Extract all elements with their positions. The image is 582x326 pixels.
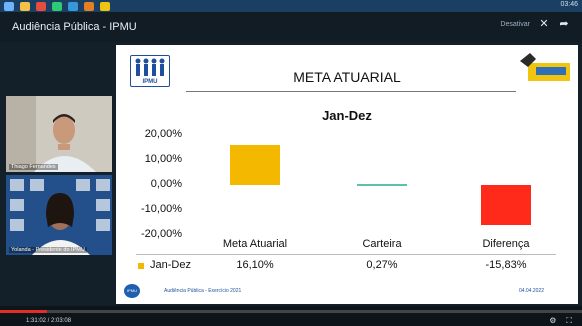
bar-1 [230, 144, 280, 185]
participant-video [6, 175, 112, 255]
settings-icon[interactable]: ⚙ [549, 316, 556, 326]
browser-icon[interactable] [20, 1, 30, 11]
presentation-slide: IPMU META ATUARIAL Jan-Dez 20,00% 10,00% 0… [116, 45, 578, 304]
y-tick-label: -10,00% [141, 203, 182, 215]
player-icons: ⚙ ⛶ [549, 316, 572, 326]
progress-fill [0, 310, 47, 313]
chart-title: Jan-Dez [322, 108, 372, 123]
value-label: 0,27% [366, 259, 398, 271]
stamp-graphic-icon [520, 53, 570, 81]
share-arrow-icon[interactable]: ➦ [558, 18, 570, 30]
meeting-controls: Desativar ✕ ➦ [500, 18, 570, 30]
app-icon[interactable] [68, 1, 78, 11]
legend-swatch [138, 263, 144, 269]
participant-video-tile[interactable]: Thiago Fernandes [6, 96, 112, 172]
category-label: Carteira [362, 238, 402, 250]
taskbar: 03:46 [0, 0, 582, 12]
footer-date: 04.04.2022 [518, 288, 544, 294]
slide-title: META ATUARIAL [293, 69, 401, 85]
screen: 03:46 Audiência Pública - IPMU Desativar… [0, 0, 582, 326]
close-icon[interactable]: ✕ [538, 18, 550, 30]
y-tick-label: 20,00% [144, 128, 182, 140]
meeting-title-bar: Audiência Pública - IPMU Desativar ✕ ➦ [0, 12, 582, 42]
participant-video-tile[interactable]: Yolanda - Presidente do IPMU [6, 175, 112, 255]
y-tick-label: 0,00% [150, 178, 182, 190]
slide-footer: IPMU Audiência Pública - Exercício 2021 … [116, 281, 578, 304]
participant-name: Yolanda - Presidente do IPMU [9, 247, 87, 253]
app-icon[interactable] [52, 1, 62, 11]
table-divider [136, 254, 556, 255]
meeting-title: Audiência Pública - IPMU [12, 21, 137, 33]
bar-2 [357, 184, 407, 186]
playback-time: 1:31:02 / 2:03:08 [26, 318, 72, 324]
player-controls [0, 306, 582, 326]
y-tick-label: 10,00% [144, 153, 182, 165]
deactivate-label[interactable]: Desativar [500, 21, 530, 28]
folder-icon[interactable] [100, 1, 110, 11]
participant-name: Thiago Fernandes [9, 164, 58, 170]
slide-header: IPMU META ATUARIAL [116, 45, 578, 92]
app-icon[interactable] [36, 1, 46, 11]
value-label: 16,10% [236, 259, 274, 271]
y-tick-label: -20,00% [141, 228, 182, 240]
header-divider [186, 91, 516, 92]
participant-video [6, 96, 112, 172]
windows-start-icon[interactable] [4, 1, 14, 11]
taskbar-clock: 03:46 [560, 1, 578, 8]
app-icon[interactable] [84, 1, 94, 11]
category-label: Diferença [482, 238, 530, 250]
footer-logo-icon: IPMU [124, 284, 140, 298]
progress-bar[interactable] [0, 310, 582, 313]
fullscreen-icon[interactable]: ⛶ [566, 316, 572, 326]
bar-3 [481, 185, 531, 225]
category-label: Meta Atuarial [222, 238, 288, 250]
legend-label: Jan-Dez [150, 259, 191, 271]
value-label: -15,83% [485, 259, 527, 271]
footer-text: Audiência Pública - Exercício 2021 [164, 288, 242, 294]
